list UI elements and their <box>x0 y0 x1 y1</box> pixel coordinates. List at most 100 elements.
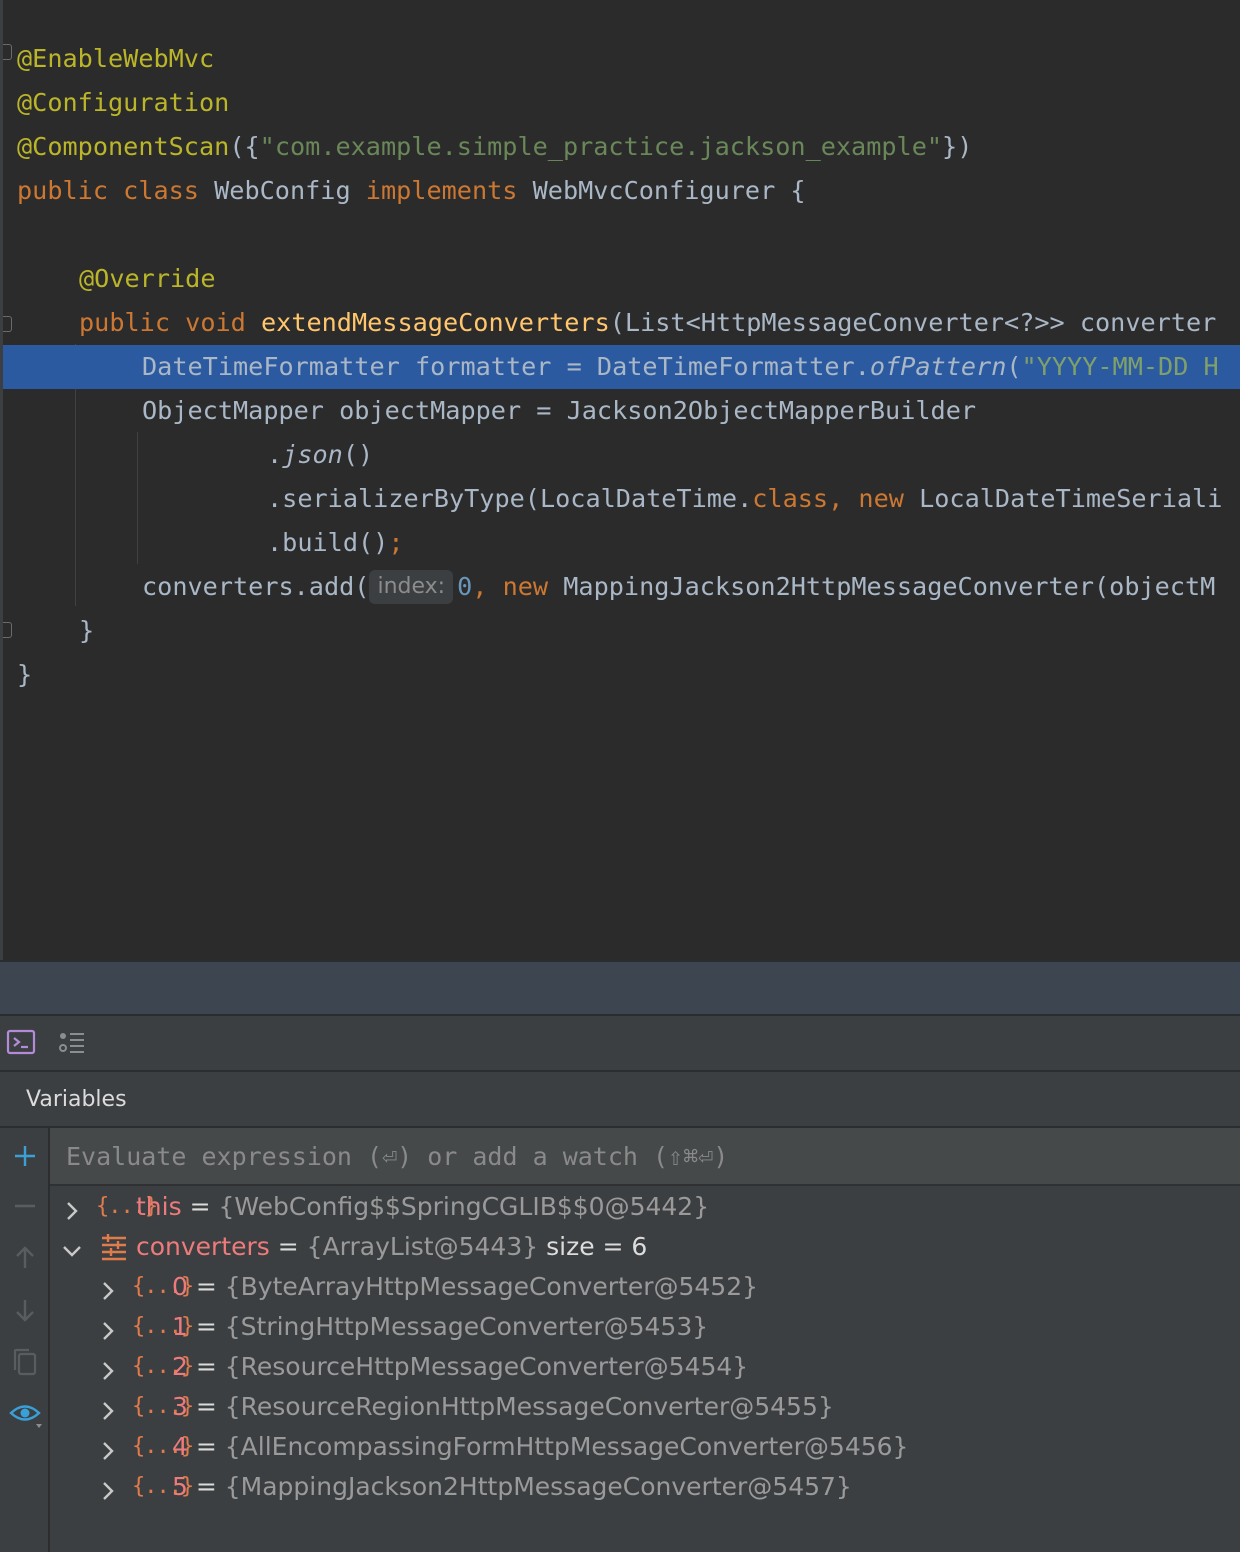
annotation: @EnableWebMvc <box>17 44 215 73</box>
class-name: WebConfig <box>214 176 366 205</box>
code-line[interactable]: .json() <box>3 433 1240 477</box>
variable-row-child[interactable]: {...} 1 = {StringHttpMessageConverter@54… <box>50 1307 1240 1347</box>
keyword: public class <box>17 176 215 205</box>
code-line[interactable]: converters.add(index: 0, new MappingJacks… <box>3 565 1240 609</box>
string-literal: "YYYY-MM-DD H <box>1021 352 1219 381</box>
variables-panel: {...} this = {WebConfig$$SpringCGLIB$$0@… <box>50 1128 1240 1552</box>
variable-row-child[interactable]: {...} 2 = {ResourceHttpMessageConverter@… <box>50 1347 1240 1387</box>
variable-row-this[interactable]: {...} this = {WebConfig$$SpringCGLIB$$0@… <box>50 1187 1240 1227</box>
variable-value: {MappingJackson2HttpMessageConverter@545… <box>224 1472 852 1501</box>
code-line[interactable]: ObjectMapper objectMapper = Jackson2Obje… <box>3 389 1240 433</box>
code-line[interactable]: public class WebConfig implements WebMvc… <box>3 169 1240 213</box>
variable-value: {ResourceRegionHttpMessageConverter@5455… <box>224 1392 834 1421</box>
chevron-right-icon[interactable] <box>96 1475 120 1500</box>
code-line[interactable]: @Override <box>3 257 1240 301</box>
code-token: , <box>472 572 503 601</box>
code-token: WebMvcConfigurer { <box>532 176 806 205</box>
variables-side-toolbar <box>0 1128 50 1552</box>
method-name: extendMessageConverters <box>260 308 610 337</box>
copy-icon[interactable] <box>9 1346 41 1378</box>
code-line[interactable]: .build(); <box>3 521 1240 565</box>
code-token: } <box>79 616 95 645</box>
code-token: ObjectMapper objectMapper = Jackson2Obje… <box>142 396 977 425</box>
keyword: public void <box>79 308 261 337</box>
code-token: (List<HttpMessageConverter<?>> converter <box>609 308 1217 337</box>
code-line[interactable]: public void extendMessageConverters(List… <box>3 301 1240 345</box>
code-token: . <box>267 440 283 469</box>
equals-sign: = <box>187 1392 225 1421</box>
annotation: @ComponentScan <box>17 132 230 161</box>
variable-value: {AllEncompassingFormHttpMessageConverter… <box>224 1432 909 1461</box>
code-line[interactable]: } <box>3 653 1240 697</box>
code-token: DateTimeFormatter formatter = DateTimeFo… <box>142 352 870 381</box>
code-token: .build() <box>267 528 389 557</box>
variable-name: 1 <box>172 1312 188 1341</box>
equals-sign: = <box>181 1192 219 1221</box>
method-name: json <box>282 440 343 469</box>
variable-value: {StringHttpMessageConverter@5453} <box>224 1312 709 1341</box>
variable-row-child[interactable]: {...} 4 = {AllEncompassingFormHttpMessag… <box>50 1427 1240 1467</box>
code-token: converters.add( <box>142 572 370 601</box>
code-token: }) <box>942 132 973 161</box>
code-token: ({ <box>229 132 260 161</box>
chevron-right-icon[interactable] <box>96 1315 120 1340</box>
arrow-up-icon[interactable] <box>9 1242 41 1274</box>
chevron-right-icon[interactable] <box>96 1355 120 1380</box>
debug-toolbar <box>0 1016 1240 1072</box>
watch-eye-icon[interactable] <box>9 1398 42 1430</box>
code-line[interactable]: } <box>3 609 1240 653</box>
equals-sign: = <box>187 1472 225 1501</box>
code-token: MappingJackson2HttpMessageConverter(obje… <box>563 572 1216 601</box>
semicolon: ; <box>388 528 404 557</box>
equals-sign: = <box>187 1312 225 1341</box>
chevron-right-icon[interactable] <box>96 1435 120 1460</box>
variable-name: 2 <box>172 1352 188 1381</box>
panel-splitter[interactable] <box>0 960 1240 1016</box>
equals-sign: = <box>187 1272 225 1301</box>
variable-name: 4 <box>172 1432 188 1461</box>
remove-icon[interactable] <box>9 1190 41 1222</box>
arrow-down-icon[interactable] <box>9 1294 41 1326</box>
variable-name: this <box>136 1192 182 1221</box>
variable-row-child[interactable]: {...} 3 = {ResourceRegionHttpMessageConv… <box>50 1387 1240 1427</box>
variables-header: Variables <box>0 1072 1240 1128</box>
chevron-down-icon[interactable] <box>60 1235 84 1259</box>
chevron-right-icon[interactable] <box>96 1395 120 1420</box>
list-icon <box>100 1233 128 1265</box>
variable-extra: size = 6 <box>538 1232 648 1261</box>
variable-name: 5 <box>172 1472 188 1501</box>
current-line-highlight[interactable]: DateTimeFormatter formatter = DateTimeFo… <box>3 345 1240 389</box>
chevron-right-icon[interactable] <box>60 1195 84 1220</box>
variable-row-child[interactable]: {...} 0 = {ByteArrayHttpMessageConverter… <box>50 1267 1240 1307</box>
number-literal: 0 <box>457 572 473 601</box>
code-line[interactable]: @Configuration <box>3 81 1240 125</box>
code-token: .serializerByType(LocalDateTime. <box>267 484 753 513</box>
variable-value: {ByteArrayHttpMessageConverter@5452} <box>224 1272 759 1301</box>
code-editor[interactable]: @EnableWebMvc @Configuration @ComponentS… <box>0 0 1240 960</box>
equals-sign: = <box>269 1232 307 1261</box>
threads-list-icon[interactable] <box>56 1028 88 1058</box>
code-line[interactable]: @ComponentScan({"com.example.simple_prac… <box>3 125 1240 169</box>
parameter-hint: index: <box>369 570 454 604</box>
variable-row-child[interactable]: {...} 5 = {MappingJackson2HttpMessageCon… <box>50 1467 1240 1507</box>
variable-row-converters[interactable]: converters = {ArrayList@5443} size = 6 <box>50 1227 1240 1267</box>
keyword: new <box>502 572 564 601</box>
variable-value: {ResourceHttpMessageConverter@5454} <box>224 1352 749 1381</box>
add-icon[interactable] <box>9 1140 41 1172</box>
variable-value: {ArrayList@5443} <box>306 1232 539 1261</box>
keyword: class, new <box>752 484 920 513</box>
method-name: ofPattern <box>869 352 1007 381</box>
code-line[interactable]: .serializerByType(LocalDateTime.class, n… <box>3 477 1240 521</box>
evaluate-expression-input[interactable] <box>50 1128 1240 1186</box>
console-icon[interactable] <box>6 1028 38 1058</box>
code-line[interactable]: @EnableWebMvc <box>3 37 1240 81</box>
chevron-right-icon[interactable] <box>96 1275 120 1300</box>
code-token: LocalDateTimeSeriali <box>919 484 1223 513</box>
annotation: @Configuration <box>17 88 230 117</box>
code-token: } <box>17 660 33 689</box>
variables-title: Variables <box>26 1087 127 1112</box>
code-token: () <box>342 440 374 469</box>
variable-name: 3 <box>172 1392 188 1421</box>
equals-sign: = <box>187 1432 225 1461</box>
string-literal: "com.example.simple_practice.jackson_exa… <box>259 132 943 161</box>
